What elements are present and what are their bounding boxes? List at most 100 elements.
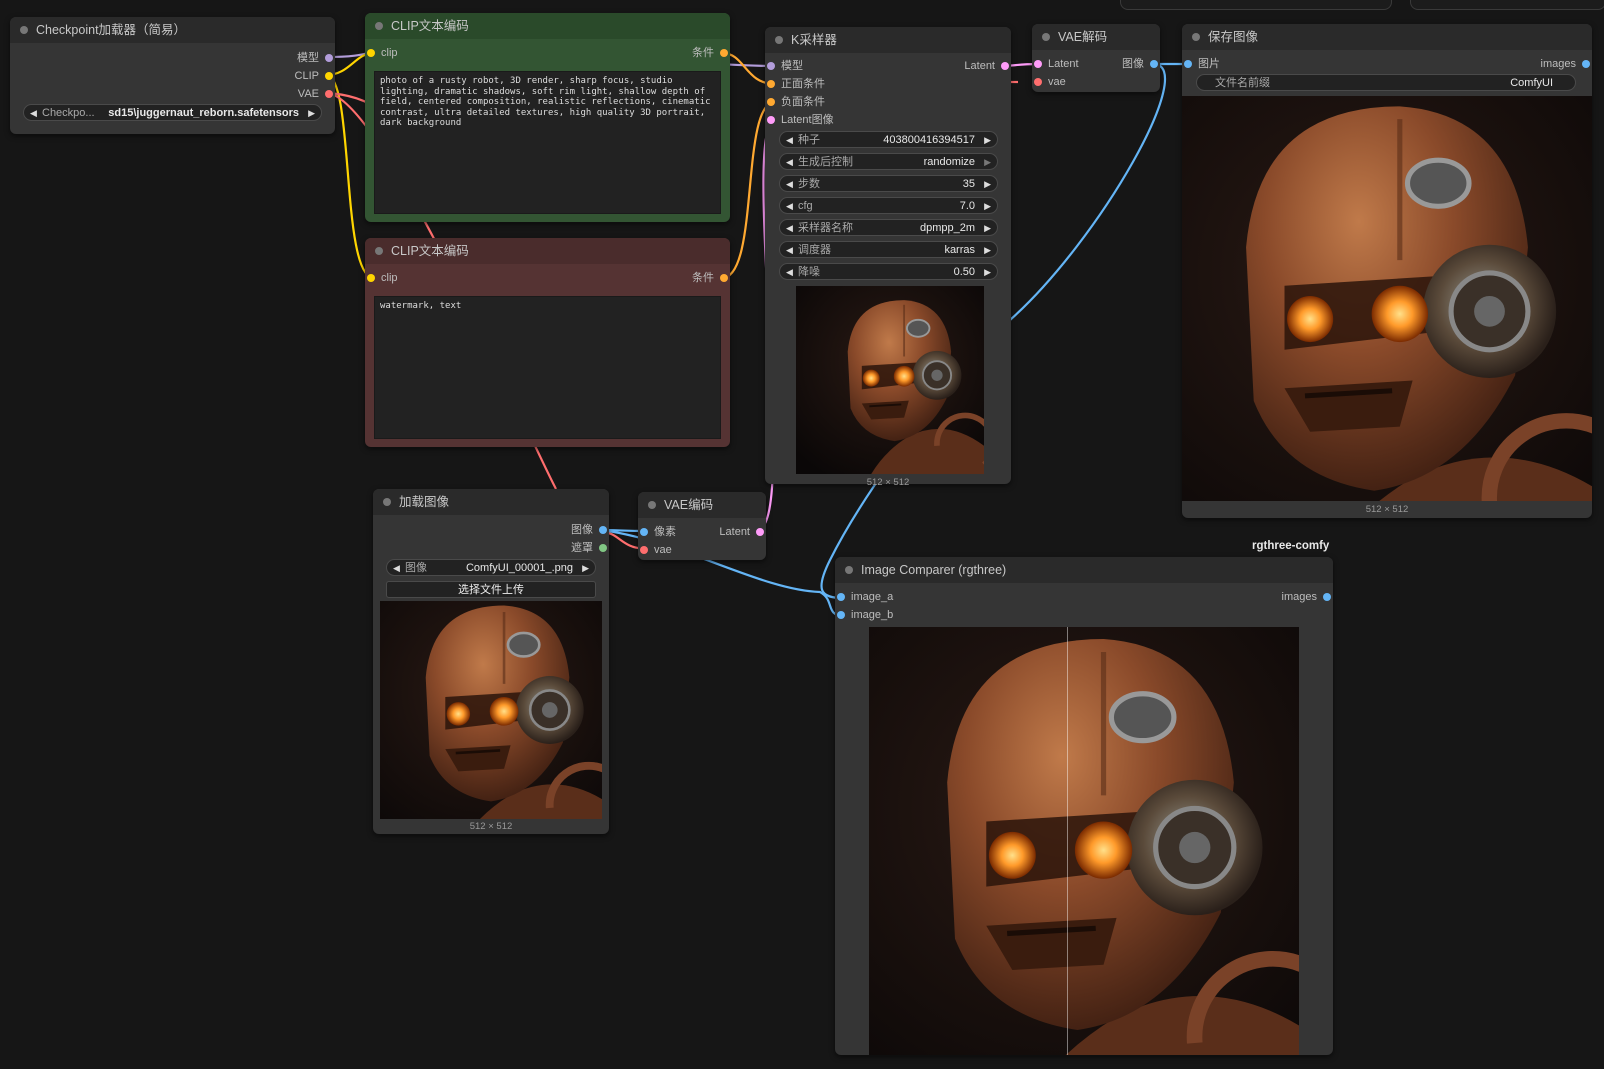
slot-dot-icon[interactable] [767,62,775,70]
collapse-dot-icon[interactable] [775,36,783,44]
arrow-right-icon[interactable]: ▶ [984,132,991,149]
input-images[interactable]: 图片 [1182,56,1278,72]
ckpt-name-combo[interactable]: ◀ Checkpo... sd15\juggernaut_reborn.safe… [23,104,322,121]
collapse-dot-icon[interactable] [375,22,383,30]
node-title[interactable]: CLIP文本编码 [365,238,730,264]
slot-dot-icon[interactable] [367,274,375,282]
node-title[interactable]: 加载图像 [373,489,609,515]
slot-dot-icon[interactable] [325,72,333,80]
node-title[interactable]: Checkpoint加载器（简易） [10,17,335,43]
ksampler-node[interactable]: K采样器 模型 正面条件 负面条件 Latent图像 Latent ◀ 种子 403… [765,27,1011,488]
slot-dot-icon[interactable] [1034,78,1042,86]
arrow-right-icon[interactable]: ▶ [984,220,991,237]
output-latent[interactable]: Latent [686,524,766,540]
vae-decode-node[interactable]: VAE解码 Latent vae 图像 [1032,24,1160,92]
widget-scheduler[interactable]: ◀ 调度器 karras ▶ [779,241,998,258]
slot-dot-icon[interactable] [325,54,333,62]
input-clip[interactable]: clip [365,270,481,286]
widget-sampler-name[interactable]: ◀ 采样器名称 dpmpp_2m ▶ [779,219,998,236]
clip-text-encode-negative-node[interactable]: CLIP文本编码 clip 条件 watermark, text [365,238,730,447]
arrow-right-icon[interactable]: ▶ [984,242,991,259]
arrow-right-icon[interactable]: ▶ [984,154,991,171]
input-model[interactable]: 模型 [765,58,891,74]
prompt-textarea[interactable]: watermark, text [374,296,721,439]
slot-dot-icon[interactable] [1001,62,1009,70]
vae-encode-node[interactable]: VAE编码 像素 vae Latent [638,492,766,560]
slot-dot-icon[interactable] [720,274,728,282]
input-positive[interactable]: 正面条件 [765,76,891,92]
output-clip[interactable]: CLIP [199,68,335,84]
clip-text-encode-positive-node[interactable]: CLIP文本编码 clip 条件 photo of a rusty robot,… [365,13,730,222]
slot-dot-icon[interactable] [720,49,728,57]
arrow-right-icon[interactable]: ▶ [984,264,991,281]
arrow-left-icon[interactable]: ◀ [786,176,793,193]
slot-dot-icon[interactable] [1582,60,1590,68]
slot-dot-icon[interactable] [599,544,607,552]
output-vae[interactable]: VAE [199,86,335,102]
node-title[interactable]: Image Comparer (rgthree) [835,557,1333,583]
arrow-left-icon[interactable]: ◀ [786,220,793,237]
arrow-left-icon[interactable]: ◀ [786,264,793,281]
collapse-dot-icon[interactable] [20,26,28,34]
prompt-textarea[interactable]: photo of a rusty robot, 3D render, sharp… [374,71,721,214]
input-vae[interactable]: vae [1032,74,1112,90]
node-title[interactable]: CLIP文本编码 [365,13,730,39]
output-image[interactable]: 图像 [513,522,609,538]
checkpoint-loader-node[interactable]: Checkpoint加载器（简易） 模型 CLIP VAE ◀ Checkpo.… [10,17,335,134]
arrow-right-icon[interactable]: ▶ [984,198,991,215]
slot-dot-icon[interactable] [599,526,607,534]
collapse-dot-icon[interactable] [648,501,656,509]
arrow-right-icon[interactable]: ▶ [582,560,589,577]
arrow-left-icon[interactable]: ◀ [786,198,793,215]
input-image-b[interactable]: image_b [835,607,951,623]
input-negative[interactable]: 负面条件 [765,94,891,110]
output-model[interactable]: 模型 [199,50,335,66]
node-title[interactable]: VAE编码 [638,492,766,518]
input-clip[interactable]: clip [365,45,481,61]
arrow-left-icon[interactable]: ◀ [786,242,793,259]
input-vae[interactable]: vae [638,542,718,558]
widget-seed[interactable]: ◀ 种子 403800416394517 ▶ [779,131,998,148]
slot-dot-icon[interactable] [837,593,845,601]
slot-dot-icon[interactable] [837,611,845,619]
widget-steps[interactable]: ◀ 步数 35 ▶ [779,175,998,192]
widget-control-after-generate[interactable]: ◀ 生成后控制 randomize ▶ [779,153,998,170]
output-conditioning[interactable]: 条件 [614,45,730,61]
slot-dot-icon[interactable] [367,49,375,57]
widget-cfg[interactable]: ◀ cfg 7.0 ▶ [779,197,998,214]
slot-dot-icon[interactable] [325,90,333,98]
widget-denoise[interactable]: ◀ 降噪 0.50 ▶ [779,263,998,280]
input-image-a[interactable]: image_a [835,589,951,605]
arrow-right-icon[interactable]: ▶ [308,105,315,122]
load-image-node[interactable]: 加载图像 图像 遮罩 ◀ 图像 ComfyUI_00001_.png ▶ 选择文件上传… [373,489,609,834]
node-title[interactable]: 保存图像 [1182,24,1592,50]
collapse-dot-icon[interactable] [1042,33,1050,41]
slot-dot-icon[interactable] [767,98,775,106]
comparison-slider-divider[interactable] [1067,627,1068,1055]
output-conditioning[interactable]: 条件 [614,270,730,286]
output-latent[interactable]: Latent [895,58,1011,74]
arrow-left-icon[interactable]: ◀ [393,560,400,577]
arrow-right-icon[interactable]: ▶ [984,176,991,193]
collapse-dot-icon[interactable] [1192,33,1200,41]
slot-dot-icon[interactable] [756,528,764,536]
output-image[interactable]: 图像 [1084,56,1160,72]
collapse-dot-icon[interactable] [383,498,391,506]
node-title[interactable]: K采样器 [765,27,1011,53]
output-images[interactable]: images [1496,56,1592,72]
output-images[interactable]: images [1217,589,1333,605]
slot-dot-icon[interactable] [767,116,775,124]
collapse-dot-icon[interactable] [845,566,853,574]
input-latent-image[interactable]: Latent图像 [765,112,891,128]
slot-dot-icon[interactable] [1150,60,1158,68]
arrow-left-icon[interactable]: ◀ [786,132,793,149]
arrow-left-icon[interactable]: ◀ [786,154,793,171]
output-mask[interactable]: 遮罩 [513,540,609,556]
slot-dot-icon[interactable] [640,546,648,554]
save-image-node[interactable]: 保存图像 图片 images 文件名前缀 ComfyUI 512 × 512 [1182,24,1592,518]
slot-dot-icon[interactable] [1034,60,1042,68]
image-comparer-node[interactable]: Image Comparer (rgthree) image_a image_b… [835,557,1333,1055]
comparison-view[interactable] [869,627,1299,1055]
upload-button[interactable]: 选择文件上传 [386,581,596,598]
image-file-combo[interactable]: ◀ 图像 ComfyUI_00001_.png ▶ [386,559,596,576]
